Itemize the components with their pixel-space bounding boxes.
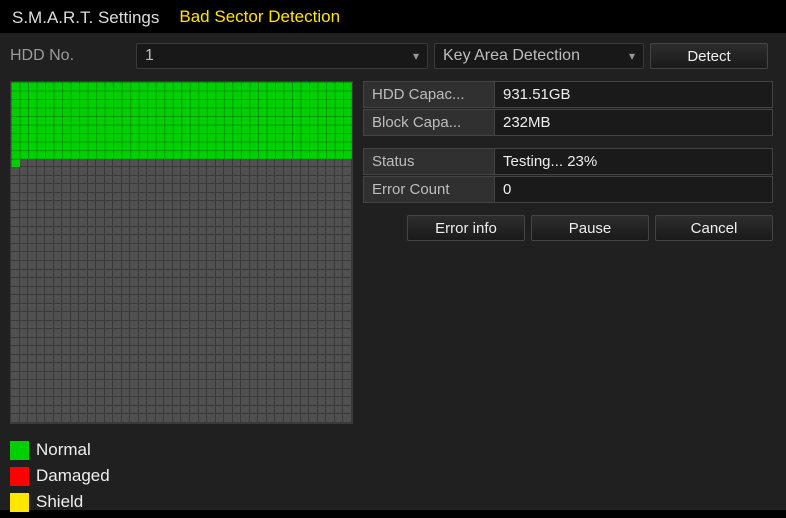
legend-normal-label: Normal [36, 440, 91, 460]
chevron-down-icon: ▾ [413, 49, 419, 63]
hdd-capacity-row: HDD Capac... 931.51GB [363, 81, 773, 108]
block-capacity-value: 232MB [494, 109, 773, 136]
hdd-no-select[interactable]: 1 ▾ [136, 43, 428, 69]
error-count-label: Error Count [363, 176, 494, 203]
status-row: Status Testing... 23% [363, 148, 773, 175]
detect-button[interactable]: Detect [650, 43, 768, 69]
error-count-row: Error Count 0 [363, 176, 773, 203]
main-panel: HDD No. 1 ▾ Key Area Detection ▾ Detect … [0, 33, 786, 510]
sector-map-progress-fill-extra [11, 159, 20, 168]
cancel-button[interactable]: Cancel [655, 215, 773, 241]
info-pane: HDD Capac... 931.51GB Block Capa... 232M… [363, 81, 773, 241]
sector-map [10, 81, 353, 424]
tab-smart-settings[interactable]: S.M.A.R.T. Settings [10, 4, 169, 34]
pause-button[interactable]: Pause [531, 215, 649, 241]
legend-damaged: Damaged [10, 466, 353, 486]
legend-shield-label: Shield [36, 492, 83, 512]
top-controls-row: HDD No. 1 ▾ Key Area Detection ▾ Detect [10, 43, 776, 69]
block-capacity-label: Block Capa... [363, 109, 494, 136]
detection-mode-value: Key Area Detection [443, 47, 580, 65]
legend-damaged-swatch [10, 467, 29, 486]
tab-bad-sector-detection[interactable]: Bad Sector Detection [177, 3, 350, 35]
legend-shield: Shield [10, 492, 353, 512]
legend-shield-swatch [10, 493, 29, 512]
detection-mode-select[interactable]: Key Area Detection ▾ [434, 43, 644, 69]
status-value: Testing... 23% [494, 148, 773, 175]
error-info-button[interactable]: Error info [407, 215, 525, 241]
block-capacity-row: Block Capa... 232MB [363, 109, 773, 136]
legend-damaged-label: Damaged [36, 466, 110, 486]
hdd-capacity-value: 931.51GB [494, 81, 773, 108]
hdd-capacity-label: HDD Capac... [363, 81, 494, 108]
status-label: Status [363, 148, 494, 175]
hdd-no-value: 1 [145, 47, 154, 65]
sector-map-area: Normal Damaged Shield [10, 81, 353, 518]
legend-normal: Normal [10, 440, 353, 460]
tab-bar: S.M.A.R.T. Settings Bad Sector Detection [0, 0, 786, 33]
chevron-down-icon: ▾ [629, 49, 635, 63]
hdd-no-label: HDD No. [10, 47, 136, 65]
legend-normal-swatch [10, 441, 29, 460]
action-buttons: Error info Pause Cancel [363, 215, 773, 241]
error-count-value: 0 [494, 176, 773, 203]
legend: Normal Damaged Shield [10, 440, 353, 512]
